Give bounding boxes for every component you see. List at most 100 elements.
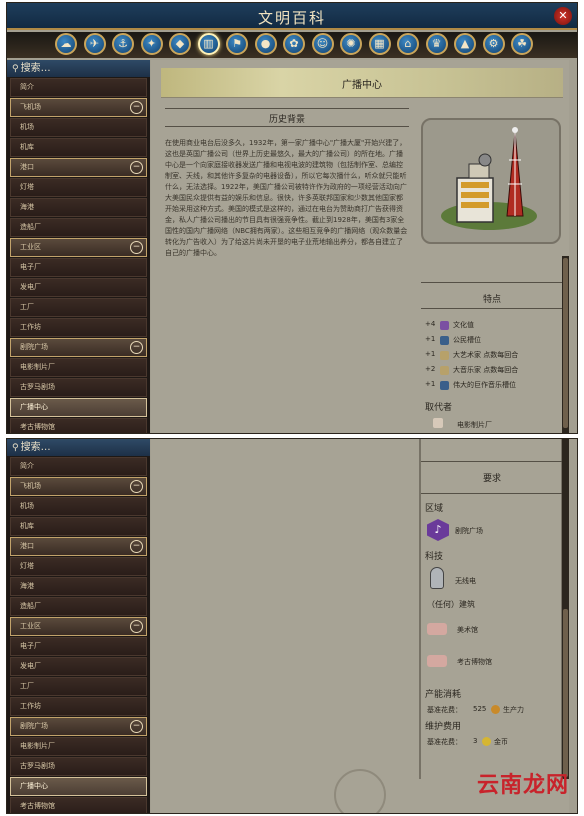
building-item[interactable]: 考古博物馆 (457, 657, 492, 667)
category-tab-icon[interactable]: ▲ (454, 33, 476, 55)
sidebar-item[interactable]: 剧院广场 − (10, 717, 147, 736)
sidebar-item[interactable]: 工厂 (10, 298, 147, 317)
tech-value[interactable]: 无线电 (455, 576, 476, 586)
category-tab-icon[interactable]: ◆ (169, 33, 191, 55)
sidebar-item[interactable]: 机库 (10, 138, 147, 157)
sidebar-item[interactable]: 机场 (10, 497, 147, 516)
category-tab-icon[interactable]: ⚙ (482, 33, 505, 55)
sidebar-item[interactable]: 发电厂 (10, 657, 147, 676)
sidebar-item[interactable]: 工业区 − (10, 238, 147, 257)
category-tab-icon[interactable]: ⚓ (112, 33, 134, 55)
replaces-item[interactable]: 电影制片厂 (457, 420, 492, 430)
sidebar-item[interactable]: 剧院广场 − (10, 338, 147, 357)
close-icon[interactable]: ✕ (554, 7, 572, 25)
film-studio-icon (433, 418, 443, 428)
collapse-toggle-icon[interactable]: − (130, 241, 143, 254)
sidebar-item-label: 工业区 (20, 622, 41, 630)
scrollbar[interactable] (562, 256, 569, 433)
sidebar-item[interactable]: 简介 (10, 78, 147, 97)
sidebar-item[interactable]: 考古博物馆 (10, 797, 147, 813)
sidebar-item[interactable]: 机场 (10, 118, 147, 137)
sidebar-item-label: 电影制片厂 (20, 742, 55, 750)
search-input[interactable]: ⚲ 搜索… (7, 60, 150, 77)
history-text: 在使用商业电台后没多久，1932年，第一家广播中心"广播大厦"开始兴建了，这也是… (165, 139, 408, 257)
radio-tech-icon (430, 567, 444, 589)
sidebar-item[interactable]: 造船厂 (10, 218, 147, 237)
sidebar-item-label: 发电厂 (20, 662, 41, 670)
sidebar-item[interactable]: 简介 (10, 457, 147, 476)
sidebar-item[interactable]: 灯塔 (10, 557, 147, 576)
collapse-toggle-icon[interactable]: − (130, 620, 143, 633)
trait-amount: +4 (425, 320, 436, 328)
sidebar-item[interactable]: 海港 (10, 198, 147, 217)
sidebar-item[interactable]: 港口 − (10, 537, 147, 556)
trait-icon (440, 336, 449, 345)
sidebar-item[interactable]: 机库 (10, 517, 147, 536)
sidebar-item-label: 造船厂 (20, 223, 41, 231)
sidebar-item-label: 简介 (20, 462, 34, 470)
production-icon (491, 705, 500, 714)
collapse-toggle-icon[interactable]: − (130, 101, 143, 114)
collapse-toggle-icon[interactable]: − (130, 720, 143, 733)
sidebar-item[interactable]: 古罗马剧场 (10, 757, 147, 776)
sidebar-item[interactable]: 港口 − (10, 158, 147, 177)
sidebar-item[interactable]: 电子厂 (10, 258, 147, 277)
sidebar-item-label: 机库 (20, 522, 34, 530)
category-tab-icon[interactable]: ▦ (368, 33, 391, 55)
sidebar-item-label: 电影制片厂 (20, 363, 55, 371)
search-icon: ⚲ (12, 443, 19, 453)
collapse-toggle-icon[interactable]: − (130, 480, 143, 493)
collapse-toggle-icon[interactable]: − (130, 540, 143, 553)
sidebar-item[interactable]: 工业区 − (10, 617, 147, 636)
sidebar-item[interactable]: 发电厂 (10, 278, 147, 297)
sidebar-item[interactable]: 电影制片厂 (10, 358, 147, 377)
sidebar-item[interactable]: 飞机场 − (10, 477, 147, 496)
district-value[interactable]: 剧院广场 (455, 526, 483, 536)
sidebar-item[interactable]: 工作坊 (10, 697, 147, 716)
collapse-toggle-icon[interactable]: − (130, 161, 143, 174)
sidebar-item-label: 海港 (20, 203, 34, 211)
category-tab-icon[interactable]: ☁ (55, 33, 77, 55)
replaces-title: 取代者 (425, 403, 453, 413)
sidebar-item[interactable]: 考古博物馆 (10, 418, 147, 433)
sidebar-item[interactable]: 飞机场 − (10, 98, 147, 117)
category-tab-icon[interactable]: ⌂ (397, 33, 419, 55)
category-tab-icon[interactable]: ▥ (197, 33, 220, 55)
sidebar-item[interactable]: 工作坊 (10, 318, 147, 337)
sidebar: ⚲ 搜索… 简介飞机场 − 机场 机库 港口 − 灯塔海港造船厂工业区 − 电子厂 发电厂 工厂 工作坊… (7, 60, 150, 433)
sidebar-item-label: 简介 (20, 83, 34, 91)
sidebar-item[interactable]: 广播中心 (10, 777, 147, 796)
sidebar-item-label: 考古博物馆 (20, 802, 55, 810)
sidebar-item[interactable]: 海港 (10, 577, 147, 596)
sidebar-item[interactable]: 广播中心 (10, 398, 147, 417)
category-tab-icon[interactable]: ✦ (140, 33, 163, 55)
building-item[interactable]: 美术馆 (457, 625, 478, 635)
trait-label: 伟大的巨作音乐槽位 (453, 381, 516, 389)
category-tab-icon[interactable]: ● (254, 33, 277, 55)
category-tab-icon[interactable]: ✺ (340, 33, 362, 55)
category-tab-icon[interactable]: ⚑ (226, 33, 248, 55)
trait-label: 大艺术家 点数每回合 (453, 351, 519, 359)
sidebar-item[interactable]: 造船厂 (10, 597, 147, 616)
sidebar-item[interactable]: 灯塔 (10, 178, 147, 197)
category-tab-icon[interactable]: ☺ (311, 33, 334, 55)
broadcast-center-icon (441, 127, 537, 230)
collapse-toggle-icon[interactable]: − (130, 341, 143, 354)
search-label: 搜索… (20, 63, 51, 74)
trait-icon (440, 366, 449, 375)
sidebar-item[interactable]: 电影制片厂 (10, 737, 147, 756)
scrollbar[interactable] (562, 439, 569, 779)
category-tab-icon[interactable]: ✈ (83, 33, 106, 55)
category-tab-icon[interactable]: ♛ (425, 33, 448, 55)
trait-label: 文化值 (453, 321, 474, 329)
sidebar-item-label: 古罗马剧场 (20, 762, 55, 770)
scrollbar-thumb[interactable] (563, 609, 568, 777)
search-input[interactable]: ⚲ 搜索… (7, 439, 150, 456)
district-label: 区域 (425, 504, 444, 514)
sidebar-item[interactable]: 古罗马剧场 (10, 378, 147, 397)
category-tab-icon[interactable]: ☘ (511, 33, 533, 55)
category-tab-icon[interactable]: ✿ (283, 33, 305, 55)
sidebar-item[interactable]: 工厂 (10, 677, 147, 696)
scrollbar-thumb[interactable] (563, 258, 568, 428)
sidebar-item[interactable]: 电子厂 (10, 637, 147, 656)
